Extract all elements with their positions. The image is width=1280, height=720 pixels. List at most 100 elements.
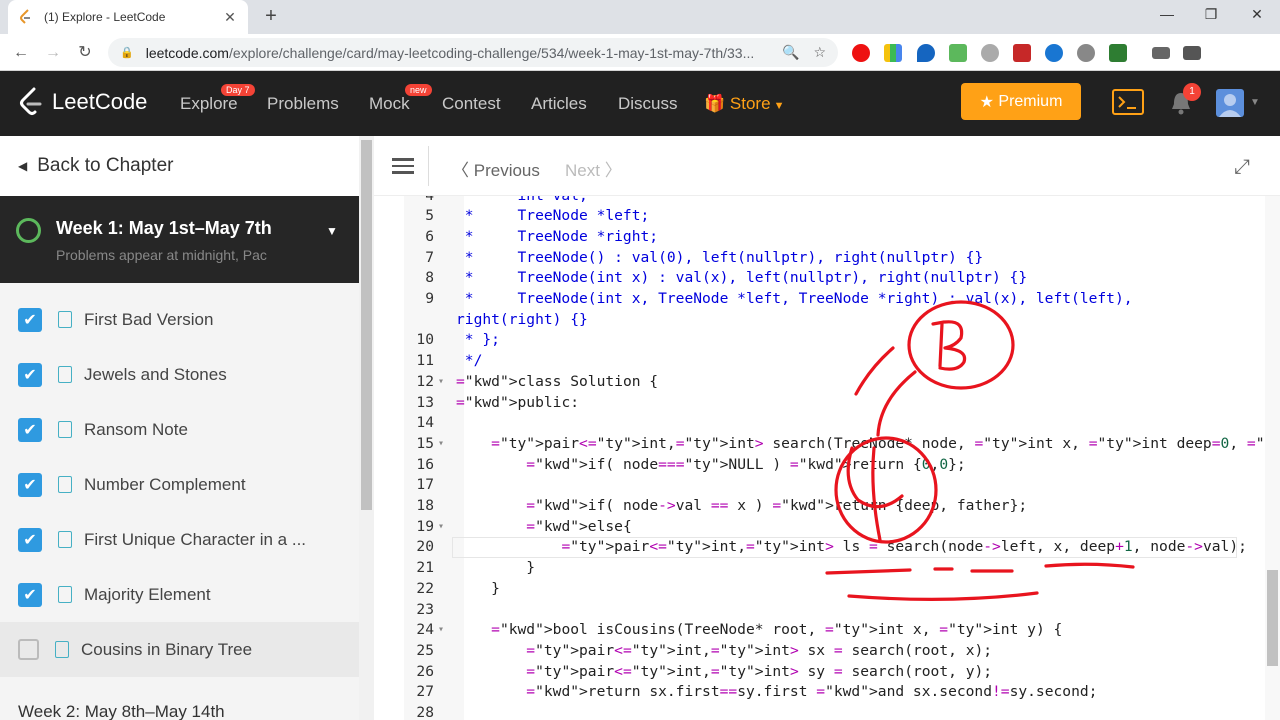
code-line: * TreeNode(int x) : val(x), left(nullptr… [456, 269, 1028, 287]
list-item[interactable]: ✔ First Unique Character in a ... [0, 512, 359, 567]
list-item-label: Ransom Note [84, 419, 188, 439]
code-line: } [456, 559, 536, 577]
line-number: 16 [416, 455, 434, 473]
next-button[interactable]: Next 〉 [565, 156, 622, 181]
nav-mock[interactable]: Mock [369, 94, 410, 114]
nav-explore[interactable]: Explore [180, 94, 238, 114]
code-line: */ [456, 352, 483, 370]
line-number: 14 [416, 414, 434, 432]
logo-text: LeetCode [52, 89, 148, 114]
previous-label: Previous [473, 161, 540, 180]
premium-label: Premium [998, 92, 1063, 110]
nav-articles[interactable]: Articles [531, 94, 587, 114]
browser-tab[interactable]: (1) Explore - LeetCode ✕ [8, 0, 248, 34]
notification-count-badge: 1 [1183, 83, 1201, 101]
line-number [404, 310, 434, 331]
extension-image-icon[interactable] [949, 44, 967, 62]
chapter-title: Week 1: May 1st–May 7th [56, 218, 272, 238]
nav-contest[interactable]: Contest [442, 94, 501, 114]
list-item[interactable]: ✔ Jewels and Stones [0, 347, 359, 402]
checkbox-checked-icon: ✔ [18, 527, 42, 552]
line-number: 18 [416, 497, 434, 514]
back-to-chapter-button[interactable]: ◀ Back to Chapter [0, 136, 359, 196]
menu-hamburger-icon[interactable] [392, 158, 414, 174]
nav-store[interactable]: 🎁 Store ▼ [704, 94, 784, 114]
extension-bars-icon[interactable] [884, 44, 902, 62]
code-line: ="ty">pair<="ty">int,="ty">int> sy = sea… [526, 662, 993, 680]
chevron-left-icon: 〈 [452, 161, 474, 180]
store-label: Store [729, 94, 771, 113]
zoom-icon[interactable]: 🔍 [782, 44, 799, 61]
extension-owl-icon[interactable] [1077, 44, 1095, 62]
code-line: ="ty">pair<="ty">int,="ty">int> ls = sea… [561, 538, 1247, 556]
list-item[interactable]: ✔ Majority Element [0, 567, 359, 622]
chapter-header[interactable]: Week 1: May 1st–May 7th Problems appear … [0, 196, 359, 283]
sidebar-scroll-thumb[interactable] [361, 140, 372, 510]
caret-left-icon: ◀ [18, 159, 28, 173]
list-item[interactable]: ✔ Ransom Note [0, 402, 359, 457]
reading-list-icon[interactable] [1152, 47, 1170, 59]
line-number: 8 [425, 269, 434, 287]
browser-tab-strip: (1) Explore - LeetCode ✕ + — ❐ ✕ [0, 0, 1280, 34]
extension-drop-icon[interactable] [917, 44, 935, 62]
close-window-icon[interactable]: ✕ [1242, 6, 1272, 23]
list-item-label: Number Complement [84, 474, 246, 494]
bookmark-star-icon[interactable]: ☆ [813, 44, 826, 61]
list-item[interactable]: ✔ Number Complement [0, 457, 359, 512]
new-tab-button[interactable]: + [260, 6, 282, 28]
restore-icon[interactable]: ❐ [1196, 6, 1226, 23]
nav-discuss[interactable]: Discuss [618, 94, 678, 114]
line-number: 27 [416, 683, 434, 701]
extension-connect-icon[interactable] [1045, 44, 1063, 62]
back-arrow-icon[interactable]: ← [10, 42, 32, 64]
previous-button[interactable]: 〈 Previous [452, 156, 540, 181]
line-number: 23 [416, 600, 434, 618]
chapter-sidebar: ◀ Back to Chapter Week 1: May 1st–May 7t… [0, 136, 359, 720]
list-item-label: Jewels and Stones [84, 364, 227, 384]
code-line: ="kwd">bool isCousins(TreeNode* root, ="… [491, 621, 1063, 639]
next-chapter-title[interactable]: Week 2: May 8th–May 14th [18, 702, 225, 720]
fold-caret-icon[interactable]: ▾ [438, 434, 444, 455]
forward-arrow-icon[interactable]: → [42, 42, 64, 64]
extension-opera-icon[interactable] [852, 44, 870, 62]
minimize-icon[interactable]: — [1152, 6, 1182, 22]
editor-scroll-thumb[interactable] [1267, 570, 1278, 666]
line-number: 11 [416, 352, 434, 370]
reload-icon[interactable]: ↻ [74, 42, 96, 64]
playground-terminal-icon[interactable] [1112, 89, 1144, 115]
list-item[interactable]: ✔ First Bad Version [0, 292, 359, 347]
leetcode-logo[interactable]: LeetCode [18, 87, 147, 117]
extension-discord-icon[interactable] [981, 44, 999, 62]
line-number: 25 [416, 641, 434, 659]
code-editor[interactable]: 4 * int val; 5 * TreeNode *left; 6 * TreeN… [374, 196, 1265, 720]
code-line: ="kwd">return sx.first==sy.first ="kwd">… [526, 683, 1098, 701]
user-avatar[interactable] [1216, 89, 1244, 117]
line-number: 13 [416, 393, 434, 411]
code-line: ="kwd">public: [456, 393, 580, 411]
fold-caret-icon[interactable]: ▾ [438, 517, 444, 538]
next-label: Next [565, 161, 600, 180]
fold-caret-icon[interactable]: ▾ [438, 620, 444, 641]
chevron-right-icon: 〉 [599, 161, 622, 180]
address-bar[interactable]: 🔒 leetcode.com/explore/challenge/card/ma… [108, 38, 838, 67]
line-number: 22 [416, 579, 434, 597]
media-icon[interactable] [1183, 46, 1201, 60]
problem-list: ✔ First Bad Version ✔ Jewels and Stones ✔ Ran… [0, 292, 359, 677]
explore-day-badge: Day 7 [221, 84, 255, 96]
extension-pdf-icon[interactable] [1013, 44, 1031, 62]
browser-toolbar: ← → ↻ 🔒 leetcode.com/explore/challenge/c… [0, 34, 1280, 98]
fullscreen-expand-icon[interactable]: ⤢ [1234, 156, 1250, 179]
tab-close-icon[interactable]: ✕ [222, 9, 238, 26]
checkbox-checked-icon: ✔ [18, 307, 42, 332]
code-line: ="kwd">if( node->val == x ) ="kwd">retur… [526, 497, 1028, 514]
list-item[interactable]: Cousins in Binary Tree [0, 622, 359, 677]
fold-caret-icon[interactable]: ▾ [438, 372, 444, 393]
code-line: * TreeNode *left; [456, 207, 650, 225]
code-file-icon [58, 476, 72, 493]
extension-recycle-icon[interactable] [1109, 44, 1127, 62]
premium-button[interactable]: ★ Premium [961, 83, 1081, 120]
chapter-caret-icon: ▼ [326, 224, 338, 238]
user-menu-caret-icon[interactable]: ▼ [1250, 97, 1260, 108]
line-number: 12 [416, 372, 434, 390]
nav-problems[interactable]: Problems [267, 94, 339, 114]
